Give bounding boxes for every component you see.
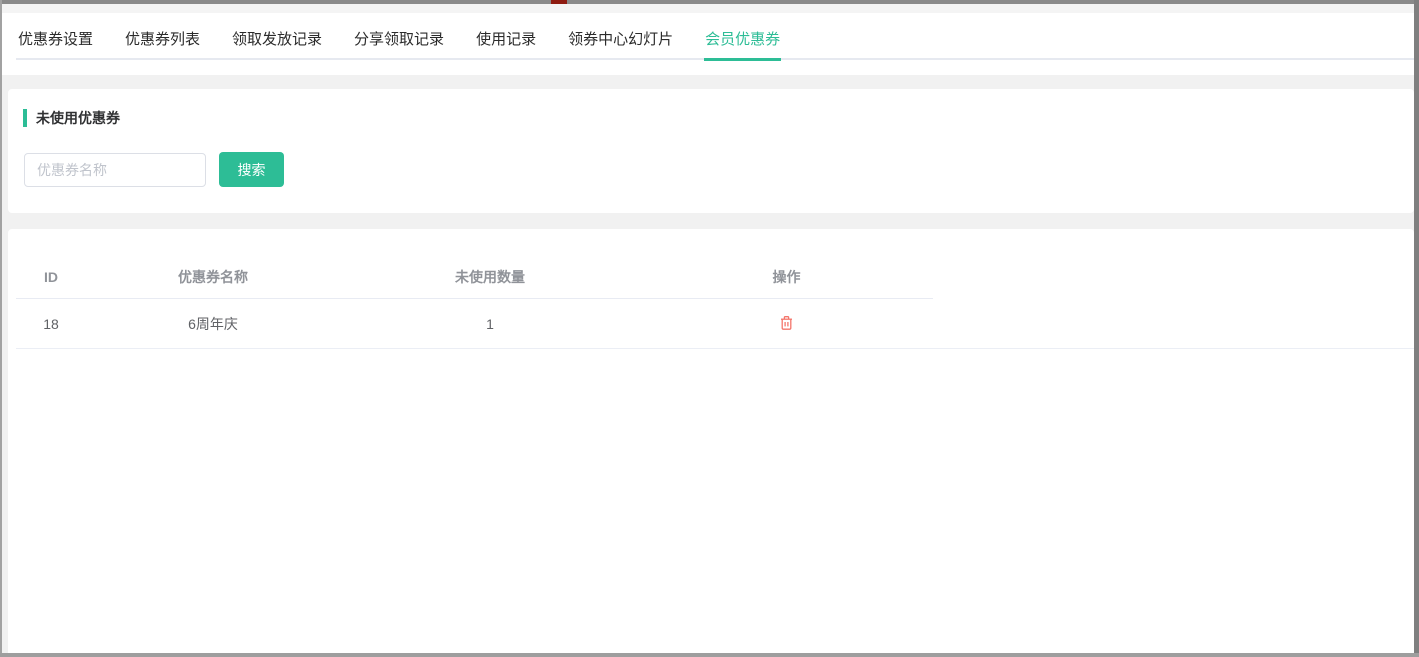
cell-action	[640, 313, 933, 334]
section-gap	[2, 75, 1414, 89]
table-header-row: ID 优惠券名称 未使用数量 操作	[16, 255, 933, 299]
table-card: ID 优惠券名称 未使用数量 操作 18 6周年庆 1	[8, 229, 1414, 653]
window-border-top	[0, 0, 1419, 4]
delete-button[interactable]	[777, 313, 796, 333]
tab-member-coupons[interactable]: 会员优惠券	[705, 28, 780, 63]
window-border-left	[0, 0, 2, 657]
page-content: 优惠券设置 优惠券列表 领取发放记录 分享领取记录 使用记录 领券中心幻灯片 会…	[2, 4, 1414, 653]
filter-card: 未使用优惠券 搜索	[8, 89, 1414, 213]
cell-unused-count: 1	[340, 316, 640, 332]
section-title: 未使用优惠券	[36, 108, 120, 128]
tab-coupon-center-slides[interactable]: 领券中心幻灯片	[568, 28, 673, 63]
coupon-name-input[interactable]	[24, 153, 206, 187]
window-border-bottom[interactable]	[0, 653, 1419, 657]
search-row: 搜索	[23, 152, 1414, 187]
tab-share-claim-records[interactable]: 分享领取记录	[354, 28, 444, 63]
column-header-unused-count: 未使用数量	[340, 267, 640, 287]
table-row: 18 6周年庆 1	[16, 299, 1414, 349]
tab-coupon-list[interactable]: 优惠券列表	[125, 28, 200, 63]
top-strip	[2, 4, 1414, 13]
cell-coupon-name: 6周年庆	[86, 314, 340, 334]
trash-icon	[779, 319, 794, 334]
app-window: 优惠券设置 优惠券列表 领取发放记录 分享领取记录 使用记录 领券中心幻灯片 会…	[0, 0, 1419, 657]
search-button[interactable]: 搜索	[219, 152, 284, 187]
column-header-action: 操作	[640, 267, 933, 287]
cell-id: 18	[16, 316, 86, 332]
section-gap	[2, 213, 1414, 229]
tabs: 优惠券设置 优惠券列表 领取发放记录 分享领取记录 使用记录 领券中心幻灯片 会…	[18, 28, 780, 63]
tab-claim-issue-records[interactable]: 领取发放记录	[232, 28, 322, 63]
tab-usage-records[interactable]: 使用记录	[476, 28, 536, 63]
tab-coupon-settings[interactable]: 优惠券设置	[18, 28, 93, 63]
column-header-id: ID	[16, 269, 86, 285]
window-border-right[interactable]	[1414, 0, 1419, 657]
section-title-row: 未使用优惠券	[23, 108, 1414, 128]
window-top-red-fragment	[551, 0, 567, 4]
column-header-coupon-name: 优惠券名称	[86, 267, 340, 287]
section-marker-bar	[23, 109, 27, 127]
coupon-tab-bar: 优惠券设置 优惠券列表 领取发放记录 分享领取记录 使用记录 领券中心幻灯片 会…	[2, 13, 1414, 75]
